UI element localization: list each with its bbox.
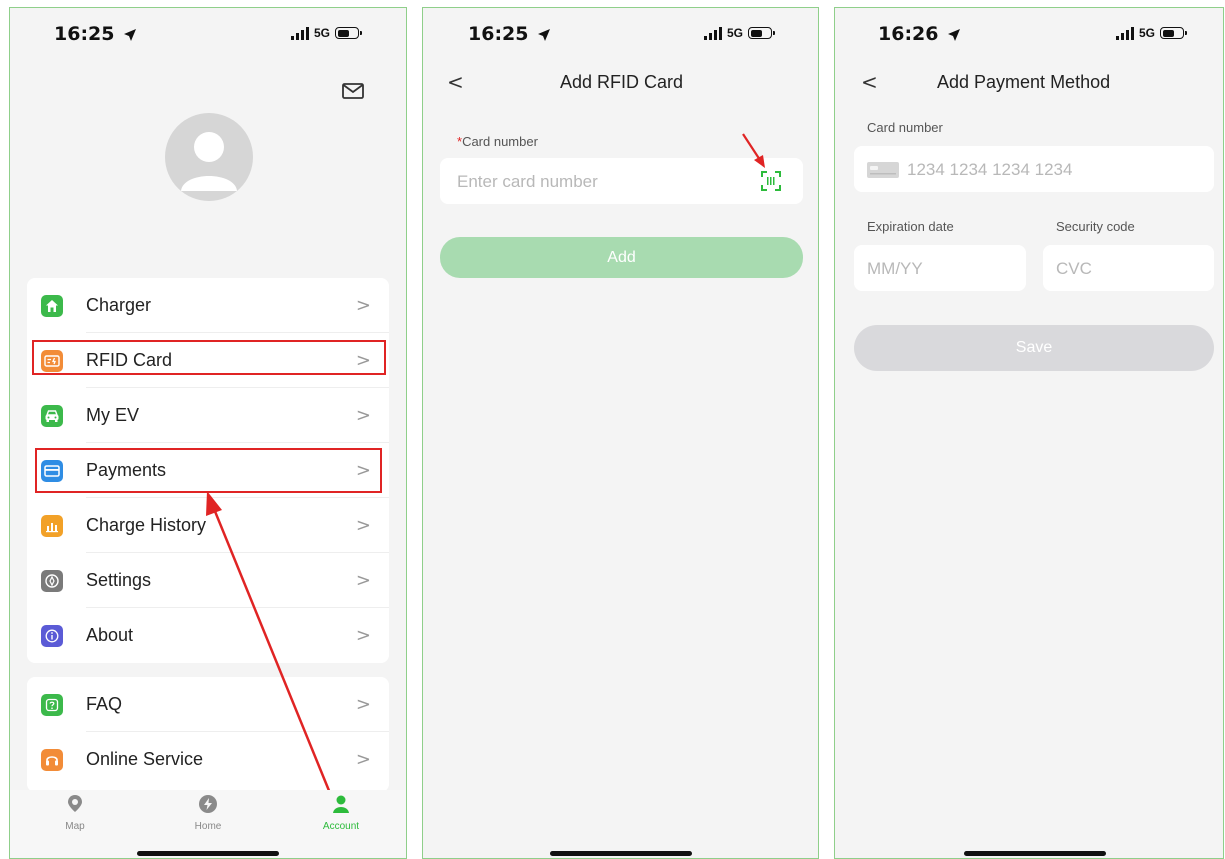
tab-account[interactable]: Account [306,794,376,832]
back-button[interactable]: < [861,70,878,94]
tab-map[interactable]: Map [40,794,110,832]
expiration-field[interactable]: MM/YY [854,245,1026,291]
lightning-icon [199,795,217,813]
location-arrow-icon [948,28,961,41]
page-title: Add Payment Method [937,72,1111,92]
home-indicator [964,851,1106,856]
signal-icon [1116,26,1134,40]
account-screen: 16:25 5G Charger > RFID Card > My EV > Payment… [9,7,407,859]
tab-bar: Map Home Account [10,790,406,858]
security-code-label: Security code [1056,219,1135,234]
add-payment-screen: 16:26 5G < Add Payment Method Card numbe… [834,7,1224,859]
pointer-arrow [206,491,334,799]
card-number-placeholder: 1234 1234 1234 1234 [907,160,1073,179]
security-code-field[interactable]: CVC [1043,245,1214,291]
home-indicator [137,851,279,856]
battery-icon [1160,27,1188,39]
status-indicators: 5G [1116,26,1188,40]
credit-card-icon [867,162,899,178]
map-pin-icon [68,795,82,812]
save-button[interactable]: Save [854,325,1214,371]
status-time: 16:26 [878,23,961,45]
expiration-placeholder: MM/YY [867,259,923,278]
add-button[interactable]: Add [440,237,803,278]
home-indicator [550,851,692,856]
card-number-label: Card number [867,120,943,135]
expiration-label: Expiration date [867,219,954,234]
security-code-placeholder: CVC [1056,259,1092,278]
tab-home[interactable]: Home [173,794,243,832]
add-rfid-screen: 16:25 5G < Add RFID Card *Card number En… [422,7,819,859]
card-number-field[interactable]: 1234 1234 1234 1234 [854,146,1214,192]
person-icon [333,795,349,813]
network-label: 5G [1139,26,1156,40]
